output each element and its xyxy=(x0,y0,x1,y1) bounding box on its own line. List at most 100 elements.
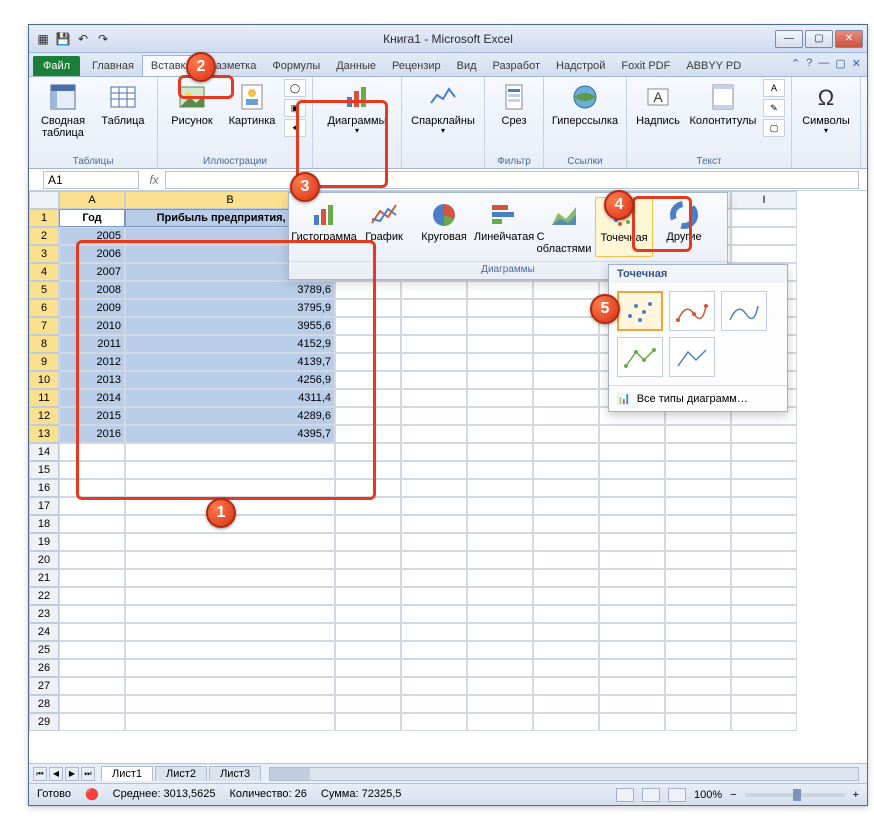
cell-I16[interactable] xyxy=(731,479,797,497)
cell-G14[interactable] xyxy=(599,443,665,461)
view-pagelayout-icon[interactable] xyxy=(642,788,660,802)
cell-F13[interactable] xyxy=(533,425,599,443)
cell-E24[interactable] xyxy=(467,623,533,641)
cell-F26[interactable] xyxy=(533,659,599,677)
cell-I23[interactable] xyxy=(731,605,797,623)
rowhdr-16[interactable]: 16 xyxy=(29,479,59,497)
tab-foxit[interactable]: Foxit PDF xyxy=(613,56,678,76)
rowhdr-19[interactable]: 19 xyxy=(29,533,59,551)
ribbon-minimize-icon[interactable]: ⌃ xyxy=(791,57,800,70)
rowhdr-23[interactable]: 23 xyxy=(29,605,59,623)
cell-D20[interactable] xyxy=(401,551,467,569)
chart-type-line[interactable]: График xyxy=(355,197,413,257)
rowhdr-13[interactable]: 13 xyxy=(29,425,59,443)
cell-B19[interactable] xyxy=(125,533,335,551)
cell-B27[interactable] xyxy=(125,677,335,695)
cell-D14[interactable] xyxy=(401,443,467,461)
cell-B13[interactable]: 4395,7 xyxy=(125,425,335,443)
rowhdr-11[interactable]: 11 xyxy=(29,389,59,407)
chart-type-bar[interactable]: Линейчатая xyxy=(475,197,533,257)
cell-I2[interactable] xyxy=(731,227,797,245)
colhdr-I[interactable]: I xyxy=(731,191,797,209)
view-normal-icon[interactable] xyxy=(616,788,634,802)
cell-B8[interactable]: 4152,9 xyxy=(125,335,335,353)
cell-G29[interactable] xyxy=(599,713,665,731)
cell-C22[interactable] xyxy=(335,587,401,605)
macro-record-icon[interactable]: 🔴 xyxy=(85,788,99,801)
cell-C11[interactable] xyxy=(335,389,401,407)
cell-G26[interactable] xyxy=(599,659,665,677)
clipart-button[interactable]: Картинка xyxy=(224,79,280,145)
cell-E14[interactable] xyxy=(467,443,533,461)
cell-F24[interactable] xyxy=(533,623,599,641)
cell-F27[interactable] xyxy=(533,677,599,695)
cell-H20[interactable] xyxy=(665,551,731,569)
cell-A6[interactable]: 2009 xyxy=(59,299,125,317)
cell-G18[interactable] xyxy=(599,515,665,533)
cell-G25[interactable] xyxy=(599,641,665,659)
cell-D7[interactable] xyxy=(401,317,467,335)
cell-E25[interactable] xyxy=(467,641,533,659)
table-button[interactable]: Таблица xyxy=(95,79,151,145)
rowhdr-12[interactable]: 12 xyxy=(29,407,59,425)
cell-G16[interactable] xyxy=(599,479,665,497)
rowhdr-5[interactable]: 5 xyxy=(29,281,59,299)
cell-C20[interactable] xyxy=(335,551,401,569)
cell-A3[interactable]: 2006 xyxy=(59,245,125,263)
prev-sheet-icon[interactable]: ◀ xyxy=(49,767,63,781)
fx-icon[interactable]: fx xyxy=(143,173,165,187)
cell-E11[interactable] xyxy=(467,389,533,407)
wordart-button[interactable]: A xyxy=(763,79,785,97)
cell-C23[interactable] xyxy=(335,605,401,623)
sparklines-button[interactable]: Спарклайны ▾ xyxy=(408,79,478,145)
scatter-smooth-lines[interactable] xyxy=(721,291,767,331)
cell-E20[interactable] xyxy=(467,551,533,569)
signature-button[interactable]: ✎ xyxy=(763,99,785,117)
doc-max-icon[interactable]: ▢ xyxy=(835,57,845,70)
cell-I21[interactable] xyxy=(731,569,797,587)
cell-B29[interactable] xyxy=(125,713,335,731)
cell-F23[interactable] xyxy=(533,605,599,623)
last-sheet-icon[interactable]: ⏭ xyxy=(81,767,95,781)
cell-E10[interactable] xyxy=(467,371,533,389)
cell-H21[interactable] xyxy=(665,569,731,587)
cell-H29[interactable] xyxy=(665,713,731,731)
rowhdr-25[interactable]: 25 xyxy=(29,641,59,659)
cell-G22[interactable] xyxy=(599,587,665,605)
cell-H25[interactable] xyxy=(665,641,731,659)
rowhdr-22[interactable]: 22 xyxy=(29,587,59,605)
tab-formulas[interactable]: Формулы xyxy=(264,56,328,76)
cell-D26[interactable] xyxy=(401,659,467,677)
cell-G19[interactable] xyxy=(599,533,665,551)
headerfooter-button[interactable]: Колонтитулы xyxy=(687,79,759,145)
rowhdr-10[interactable]: 10 xyxy=(29,371,59,389)
undo-icon[interactable]: ↶ xyxy=(75,31,91,47)
cell-H22[interactable] xyxy=(665,587,731,605)
cell-A16[interactable] xyxy=(59,479,125,497)
cell-F28[interactable] xyxy=(533,695,599,713)
cell-A18[interactable] xyxy=(59,515,125,533)
smartart-button[interactable]: ▣ xyxy=(284,99,306,117)
picture-button[interactable]: Рисунок xyxy=(164,79,220,145)
cell-E17[interactable] xyxy=(467,497,533,515)
cell-B21[interactable] xyxy=(125,569,335,587)
cell-C13[interactable] xyxy=(335,425,401,443)
cell-F5[interactable] xyxy=(533,281,599,299)
cell-H19[interactable] xyxy=(665,533,731,551)
charts-button[interactable]: Диаграммы ▾ xyxy=(319,79,395,145)
formula-input[interactable] xyxy=(165,171,859,189)
cell-G17[interactable] xyxy=(599,497,665,515)
cell-G28[interactable] xyxy=(599,695,665,713)
cell-D5[interactable] xyxy=(401,281,467,299)
cell-F21[interactable] xyxy=(533,569,599,587)
cell-E29[interactable] xyxy=(467,713,533,731)
cell-A21[interactable] xyxy=(59,569,125,587)
cell-E7[interactable] xyxy=(467,317,533,335)
cell-I3[interactable] xyxy=(731,245,797,263)
cell-E19[interactable] xyxy=(467,533,533,551)
scatter-straight-lines[interactable] xyxy=(669,337,715,377)
cell-I13[interactable] xyxy=(731,425,797,443)
cell-I29[interactable] xyxy=(731,713,797,731)
hyperlink-button[interactable]: Гиперссылка xyxy=(550,79,620,145)
cell-E26[interactable] xyxy=(467,659,533,677)
